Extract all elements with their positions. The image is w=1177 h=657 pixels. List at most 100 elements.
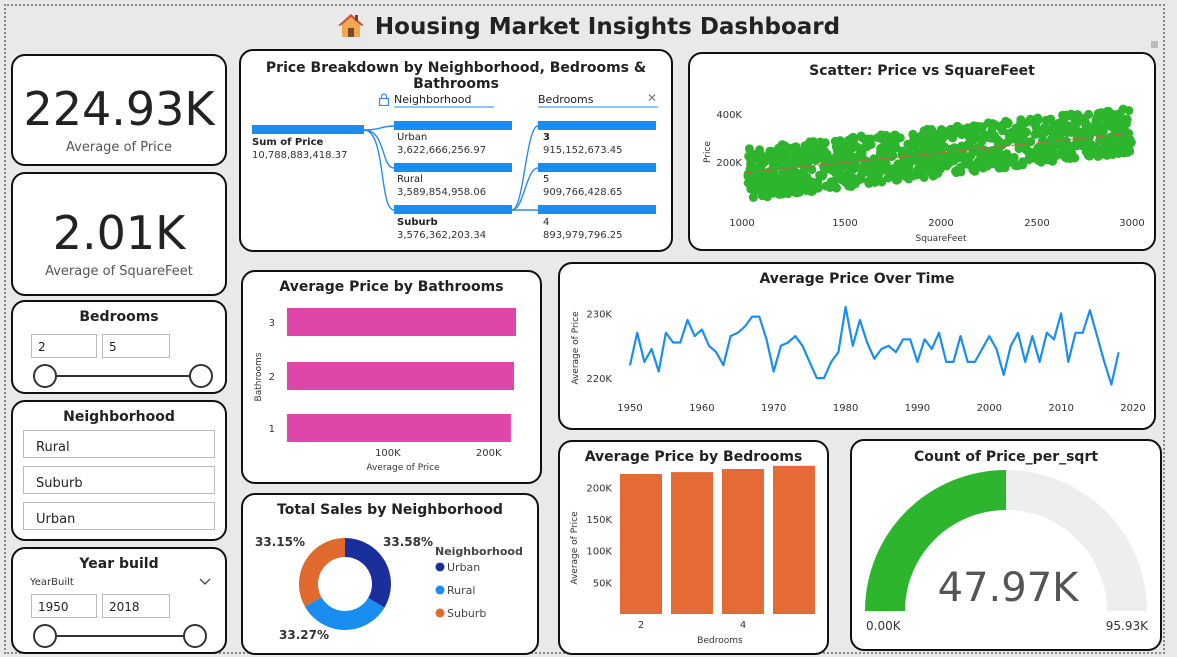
chevron-down-icon[interactable]: [199, 578, 211, 586]
gauge-value: 47.97K: [938, 565, 1081, 611]
bedrooms-slider-track[interactable]: [45, 375, 201, 377]
scatter-point: [915, 149, 925, 159]
scatter-point: [1123, 147, 1132, 157]
donut-legend-item: Urban: [447, 561, 480, 574]
bedrooms-max-input[interactable]: 5: [102, 334, 170, 358]
donut-label-suburb: 33.15%: [255, 535, 305, 549]
bedrooms-min-input[interactable]: 2: [31, 334, 97, 358]
decomp-level2-bar-3[interactable]: [538, 121, 656, 130]
time-x-tick: 2000: [977, 403, 1002, 414]
bedrooms-slider-min-handle[interactable]: [33, 364, 57, 388]
bathrooms-xlabel: Average of Price: [366, 463, 440, 473]
bedrooms-slicer-title: Bedrooms: [79, 309, 159, 325]
scatter-point: [1051, 123, 1061, 132]
time-x-tick: 1960: [689, 403, 714, 414]
y-tick: 200K: [716, 158, 742, 169]
scatter-point: [992, 134, 1002, 144]
y-tick: 400K: [716, 110, 742, 121]
scatter-point: [948, 133, 958, 143]
year-min-input[interactable]: 1950: [31, 594, 97, 618]
bathrooms-x-tick: 100K: [375, 448, 401, 459]
gauge-chart: 47.97K 0.00K 95.93K: [865, 470, 1149, 633]
scatter-point: [845, 168, 855, 178]
bedrooms-x-tick: 4: [740, 620, 746, 631]
decomp-level1-bar-suburb[interactable]: [394, 205, 512, 214]
scatter-point: [864, 177, 874, 187]
year-slicer-title: Year build: [79, 556, 159, 572]
scatter-xlabel: SquareFeet: [916, 234, 967, 244]
scatter-point: [1093, 109, 1103, 118]
year-slider-track[interactable]: [45, 635, 195, 637]
bathrooms-chart-card[interactable]: Average Price by Bathrooms 3 2 1 100K 200K B…: [241, 270, 542, 484]
scatter-point: [1071, 138, 1081, 148]
scatter-point: [917, 164, 927, 174]
donut-legend-title: Neighborhood: [435, 545, 523, 558]
bedrooms-xlabel: Bedrooms: [697, 636, 743, 646]
decomp-level2-value: 915,152,673.45: [543, 145, 623, 156]
year-slider-max-handle[interactable]: [183, 624, 207, 648]
gauge-card[interactable]: Count of Price_per_sqrt 47.97K 0.00K 95.…: [850, 439, 1162, 651]
neighborhood-slicer[interactable]: Neighborhood Rural Suburb Urban: [11, 400, 227, 541]
kpi-sqft-value: 2.01K: [52, 206, 186, 260]
decomp-level1-bar-rural[interactable]: [394, 163, 512, 172]
bedrooms-y-tick: 100K: [586, 547, 612, 558]
scatter-point: [1064, 153, 1074, 163]
time-x-tick: 2020: [1120, 403, 1145, 414]
time-chart-card[interactable]: Average Price Over Time 1950 1960 1970 1980…: [558, 262, 1156, 430]
bedrooms-chart-card[interactable]: Average Price by Bedrooms 2 4 200K 150K 100K…: [558, 440, 829, 655]
scatter-point: [859, 155, 869, 165]
scatter-point: [764, 167, 774, 176]
decomp-level1-bar-urban[interactable]: [394, 121, 512, 130]
kpi-sqft-label: Average of SquareFeet: [45, 264, 193, 279]
bedrooms-bar: [773, 465, 815, 614]
bathrooms-ylabel: Bathrooms: [254, 352, 264, 401]
scatter-point: [783, 162, 793, 172]
bedrooms-slider-max-handle[interactable]: [189, 364, 213, 388]
time-x-tick: 1980: [833, 403, 858, 414]
scatter-point: [1070, 122, 1080, 132]
neighborhood-item-suburb[interactable]: Suburb: [23, 466, 215, 494]
scatter-point: [758, 183, 768, 193]
bedrooms-bar: [671, 472, 713, 614]
scatter-point: [946, 157, 956, 167]
scatter-point: [881, 159, 891, 169]
time-x-tick: 1990: [905, 403, 930, 414]
kpi-card-sqft[interactable]: 2.01K Average of SquareFeet: [11, 172, 227, 296]
decomp-level2-header[interactable]: Bedrooms: [538, 93, 593, 106]
bedrooms-y-tick: 50K: [593, 578, 613, 589]
time-line-chart: 1950 1960 1970 1980 1990 2000 2010 2020 230K 220K…: [571, 305, 1146, 414]
decomp-level2-label: 5: [543, 174, 550, 185]
bedrooms-slicer[interactable]: Bedrooms 2 5: [11, 300, 227, 394]
decomposition-tree-card[interactable]: Price Breakdown by Neighborhood, Bedroom…: [239, 49, 673, 252]
scatter-point: [1032, 153, 1042, 163]
scatter-point: [1085, 151, 1095, 161]
kpi-card-price[interactable]: 224.93K Average of Price: [11, 54, 227, 166]
year-slicer[interactable]: Year build YearBuilt 1950 2018: [11, 547, 227, 654]
decomp-level2-bar-5[interactable]: [538, 163, 656, 172]
decomp-level1-header[interactable]: Neighborhood: [394, 93, 471, 106]
scatter-point: [1009, 152, 1019, 162]
scatter-point: [891, 162, 901, 172]
scatter-point: [1119, 119, 1129, 129]
scroll-indicator[interactable]: [1151, 41, 1158, 48]
scatter-point: [909, 136, 919, 146]
decomp-level2-bar-4[interactable]: [538, 205, 656, 214]
close-icon[interactable]: ✕: [647, 91, 657, 105]
year-slider-min-handle[interactable]: [33, 624, 57, 648]
scatter-point: [1034, 125, 1043, 135]
scatter-card[interactable]: Scatter: Price vs SquareFeet 1000 1500 2…: [688, 52, 1156, 251]
neighborhood-item-rural[interactable]: Rural: [23, 430, 215, 458]
year-max-input[interactable]: 2018: [102, 594, 170, 618]
neighborhood-item-urban[interactable]: Urban: [23, 502, 215, 530]
decomp-root-bar[interactable]: [252, 125, 364, 134]
donut-card[interactable]: Total Sales by Neighborhood 33.58% 33.27…: [241, 493, 539, 655]
scatter-point: [999, 161, 1009, 171]
scatter-point: [881, 130, 891, 140]
scatter-point: [897, 146, 907, 156]
scatter-point: [765, 146, 775, 156]
decomp-root-label: Sum of Price: [252, 137, 324, 148]
scatter-point: [1058, 137, 1067, 147]
x-tick: 3000: [1119, 218, 1144, 229]
page-title: Housing Market Insights Dashboard: [0, 12, 1177, 40]
bathrooms-bar: [287, 308, 516, 336]
